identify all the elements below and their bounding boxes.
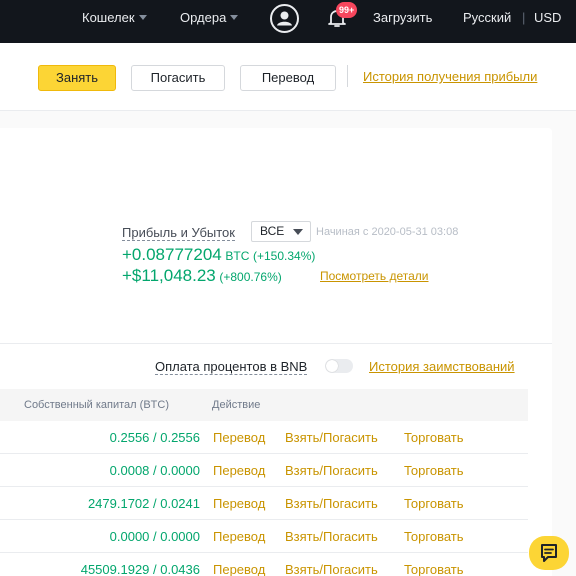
- profit-history-link[interactable]: История получения прибыли: [363, 69, 537, 84]
- borrow-repay-link[interactable]: Взять/Погасить: [285, 487, 378, 520]
- chat-icon: [541, 544, 557, 562]
- divider: [347, 65, 348, 87]
- section-divider: [0, 343, 552, 344]
- pnl-usd-value: +$11,048.23: [122, 266, 216, 285]
- header-action: Действие: [212, 399, 261, 411]
- language-selector[interactable]: Русский: [463, 0, 511, 35]
- header-equity: Собственный капитал (BTC): [24, 399, 169, 411]
- chevron-down-icon: [138, 15, 147, 20]
- bnb-interest-label: Оплата процентов в BNB: [155, 359, 308, 375]
- equity-cell: 0.0008 / 0.0000: [109, 463, 200, 478]
- trade-link[interactable]: Торговать: [404, 520, 464, 553]
- borrow-history-link[interactable]: История заимствований: [369, 359, 515, 374]
- pnl-since-date: Начиная с 2020-05-31 03:08: [316, 226, 459, 238]
- transfer-link[interactable]: Перевод: [213, 421, 265, 454]
- transfer-link[interactable]: Перевод: [213, 520, 265, 553]
- transfer-button[interactable]: Перевод: [240, 65, 336, 91]
- trade-link[interactable]: Торговать: [404, 454, 464, 487]
- currency-selector[interactable]: USD: [534, 0, 561, 35]
- pnl-usd-row: +$11,048.23 (+800.76%): [122, 266, 282, 286]
- pnl-btc-percent: (+150.34%): [253, 249, 316, 263]
- transfer-link[interactable]: Перевод: [213, 487, 265, 520]
- notification-badge: 99+: [336, 2, 358, 18]
- orders-menu-label: Ордера: [180, 10, 227, 25]
- chat-button[interactable]: [529, 536, 569, 570]
- wallet-menu[interactable]: Кошелек: [82, 0, 147, 35]
- pnl-label: Прибыль и Убыток: [122, 225, 235, 241]
- nav-separator: |: [522, 10, 526, 25]
- borrow-repay-link[interactable]: Взять/Погасить: [285, 553, 378, 576]
- user-icon[interactable]: [270, 4, 299, 33]
- orders-menu[interactable]: Ордера: [180, 0, 239, 35]
- borrow-repay-link[interactable]: Взять/Погасить: [285, 520, 378, 553]
- equity-cell: 0.0000 / 0.0000: [109, 529, 200, 544]
- pnl-filter-value: ВСЕ: [260, 224, 285, 238]
- equity-cell: 0.2556 / 0.2556: [109, 430, 200, 445]
- wallet-menu-label: Кошелек: [82, 10, 135, 25]
- pnl-usd-percent: (+800.76%): [219, 270, 282, 284]
- pnl-btc-unit: BTC: [225, 249, 250, 263]
- top-navigation-bar: Кошелек Ордера 99+ Загрузить Русский | U…: [0, 0, 576, 43]
- caret-down-icon: [293, 229, 303, 235]
- equity-cell: 45509.1929 / 0.0436: [80, 562, 200, 576]
- download-link[interactable]: Загрузить: [373, 0, 432, 35]
- pnl-btc-row: +0.08777204 BTC (+150.34%): [122, 245, 315, 265]
- view-details-link[interactable]: Посмотреть детали: [320, 269, 429, 283]
- toggle-knob: [326, 360, 338, 372]
- table-row: 0.0000 / 0.0000 Перевод Взять/Погасить Т…: [0, 520, 528, 553]
- table-header: Собственный капитал (BTC) Действие: [0, 389, 528, 421]
- equity-cell: 2479.1702 / 0.0241: [87, 496, 200, 511]
- table-row: 0.2556 / 0.2556 Перевод Взять/Погасить Т…: [0, 421, 528, 454]
- pnl-btc-value: +0.08777204: [122, 245, 222, 264]
- borrow-repay-link[interactable]: Взять/Погасить: [285, 454, 378, 487]
- chevron-down-icon: [230, 15, 239, 20]
- transfer-link[interactable]: Перевод: [213, 553, 265, 576]
- trade-link[interactable]: Торговать: [404, 553, 464, 576]
- pnl-filter-select[interactable]: ВСЕ: [251, 221, 311, 242]
- trade-link[interactable]: Торговать: [404, 421, 464, 454]
- borrow-button[interactable]: Занять: [38, 65, 116, 91]
- table-row: 0.0008 / 0.0000 Перевод Взять/Погасить Т…: [0, 454, 528, 487]
- transfer-link[interactable]: Перевод: [213, 454, 265, 487]
- borrow-repay-link[interactable]: Взять/Погасить: [285, 421, 378, 454]
- bnb-interest-text: Оплата процентов в BNB: [155, 359, 308, 375]
- pnl-label-text: Прибыль и Убыток: [122, 225, 235, 241]
- bnb-interest-toggle[interactable]: [325, 359, 353, 373]
- trade-link[interactable]: Торговать: [404, 487, 464, 520]
- table-row: 45509.1929 / 0.0436 Перевод Взять/Погаси…: [0, 553, 528, 576]
- repay-button[interactable]: Погасить: [131, 65, 225, 91]
- table-row: 2479.1702 / 0.0241 Перевод Взять/Погасит…: [0, 487, 528, 520]
